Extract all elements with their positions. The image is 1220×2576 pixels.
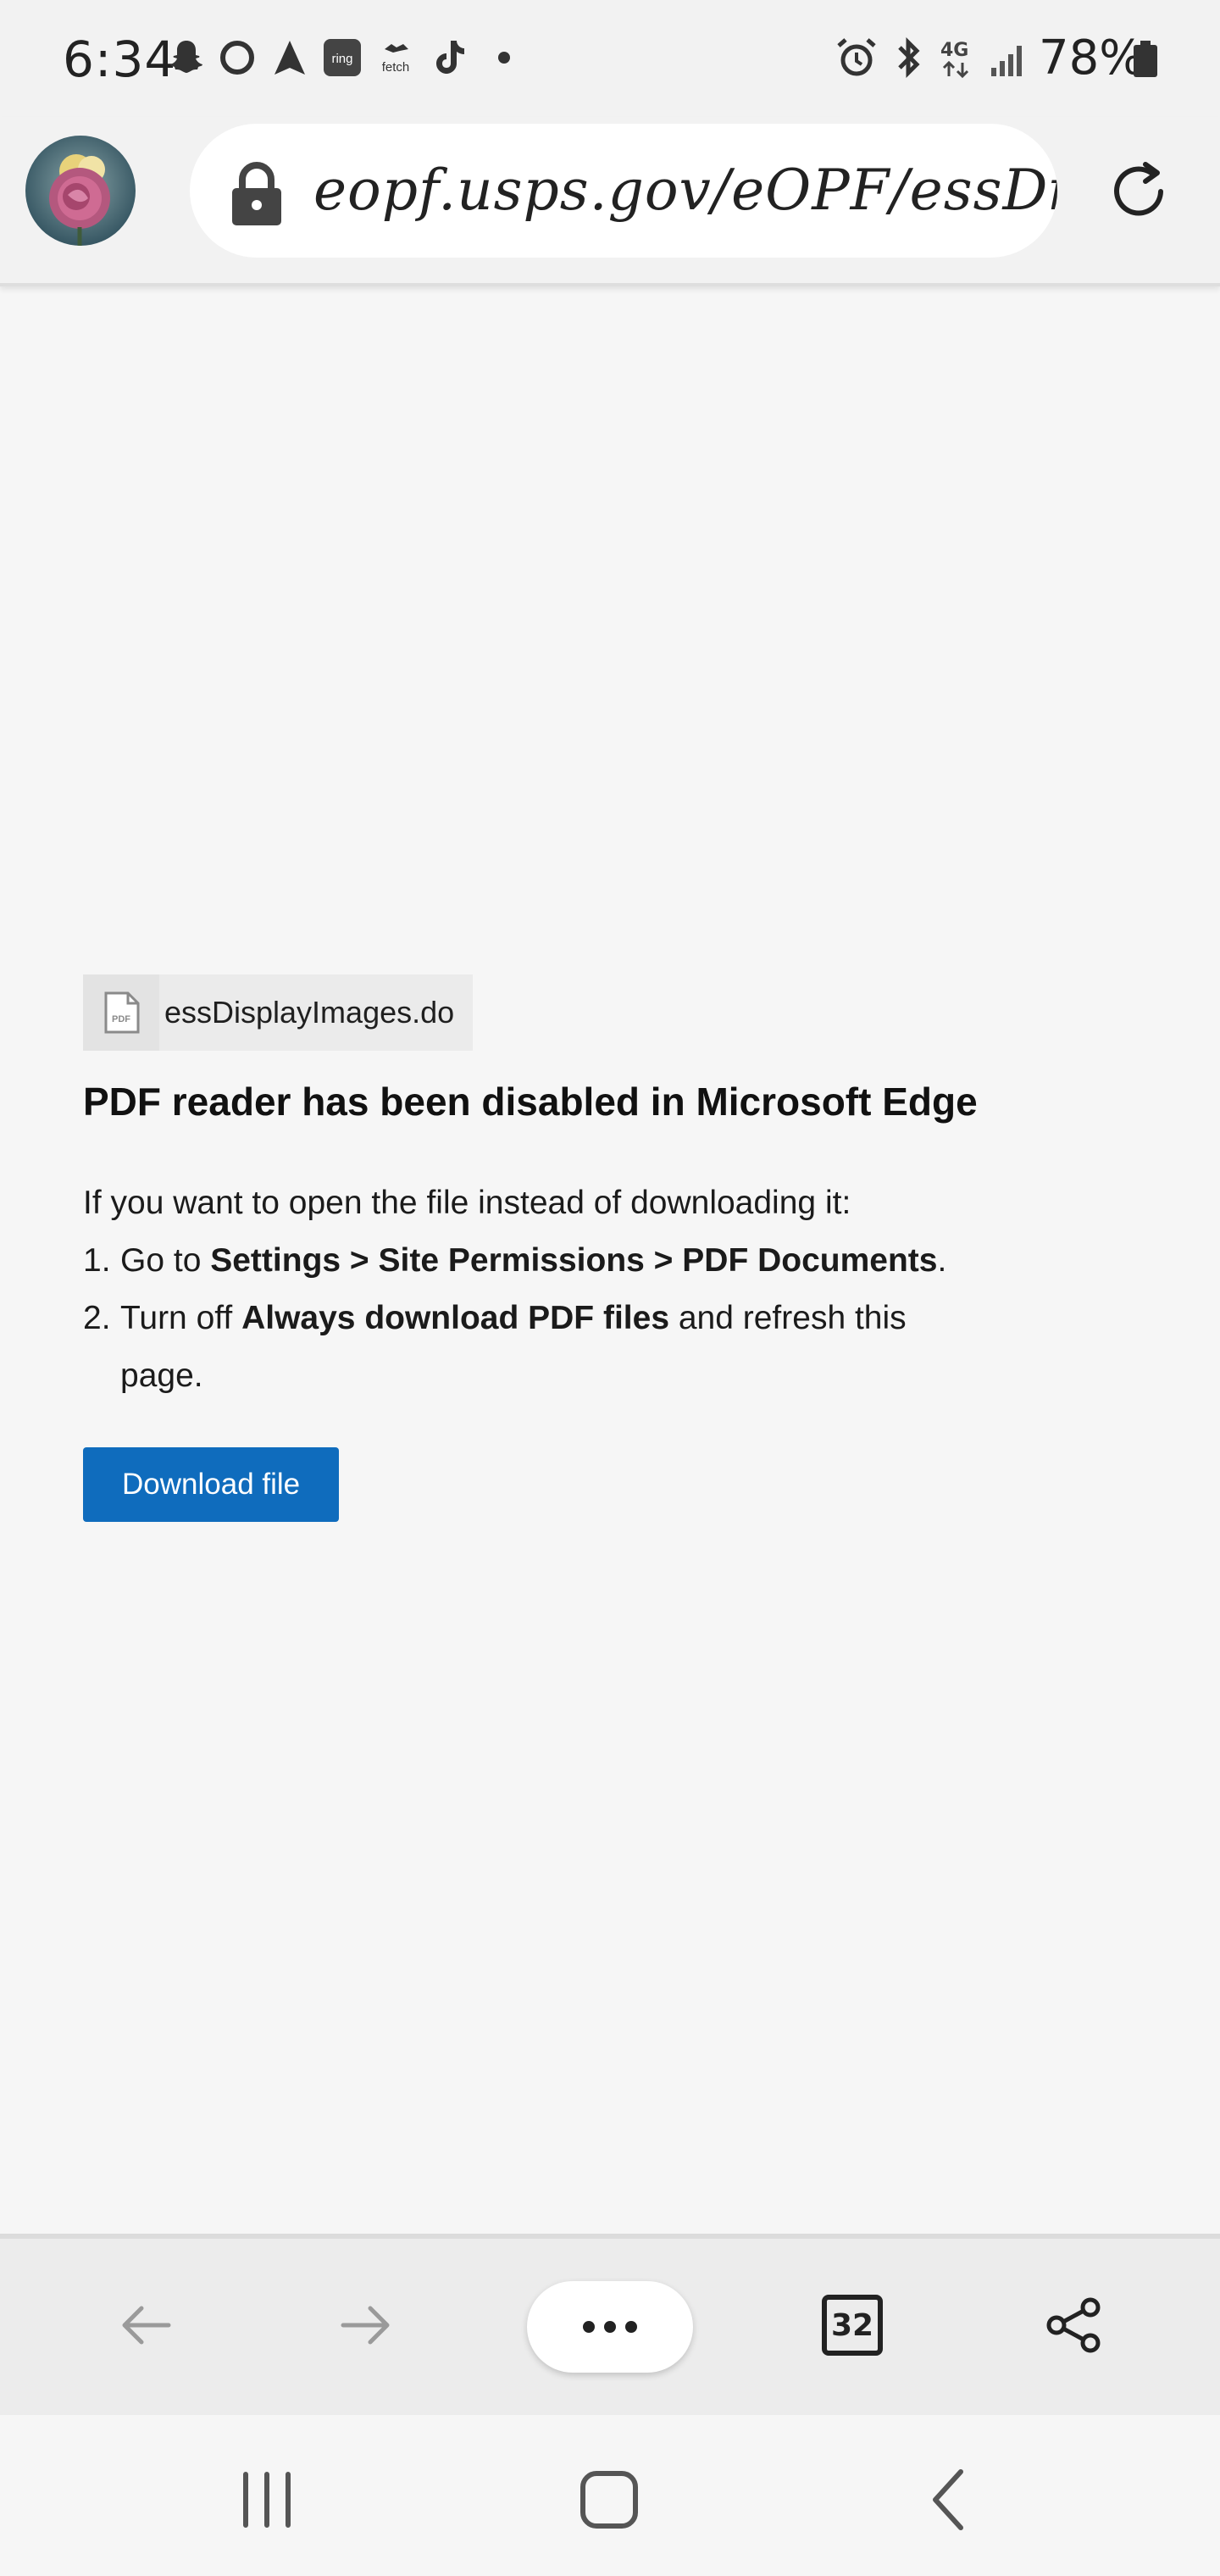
- browser-toolbar: 32: [0, 2234, 1220, 2415]
- system-back-icon[interactable]: [912, 2462, 988, 2538]
- step-item: 1. Go to Settings > Site Permissions > PD…: [83, 1232, 981, 1290]
- share-button[interactable]: [1023, 2274, 1125, 2376]
- pdf-file-icon: PDF: [83, 974, 159, 1051]
- battery-percent: 78%: [1039, 31, 1145, 86]
- home-icon[interactable]: [571, 2462, 647, 2538]
- profile-avatar[interactable]: [25, 136, 136, 246]
- back-button[interactable]: [95, 2274, 197, 2376]
- step-text: Turn off: [120, 1300, 242, 1336]
- share-icon: [1046, 2297, 1101, 2353]
- browser-page: 6:34 ring fetch 4G 78% eopf.usps.gov/eOP…: [0, 0, 1220, 2576]
- svg-text:PDF: PDF: [112, 1014, 130, 1024]
- tabs-button[interactable]: 32: [822, 2295, 883, 2356]
- address-bar: eopf.usps.gov/eOPF/essDisplayImages.do: [0, 117, 1220, 286]
- battery-icon: [1134, 41, 1157, 77]
- intro-text: If you want to open the file instead of …: [83, 1185, 851, 1221]
- ellipsis-icon: [583, 2321, 637, 2333]
- step-number: 1.: [83, 1242, 111, 1279]
- settings-path: Settings > Site Permissions > PDF Docume…: [210, 1242, 938, 1279]
- recent-apps-icon[interactable]: [229, 2462, 305, 2538]
- svg-text:ring: ring: [331, 52, 352, 66]
- svg-text:4G: 4G: [940, 40, 968, 61]
- step-number: 2.: [83, 1300, 111, 1336]
- setting-name: Always download PDF files: [241, 1300, 670, 1336]
- lock-icon: [232, 162, 281, 225]
- system-navigation-bar: [0, 2415, 1220, 2576]
- notification-dot-icon: [498, 52, 510, 64]
- file-name: essDisplayImages.do: [164, 995, 455, 1030]
- more-menu-button[interactable]: [527, 2281, 693, 2373]
- alarm-icon: [837, 38, 876, 76]
- bluetooth-icon: [898, 36, 920, 79]
- status-time: 6:34: [63, 31, 177, 88]
- pdf-disabled-panel: PDF essDisplayImages.do PDF reader has b…: [83, 974, 1015, 1522]
- status-bar: 6:34 ring fetch 4G 78%: [0, 0, 1220, 117]
- arrow-right-icon: [341, 2306, 390, 2345]
- page-title: PDF reader has been disabled in Microsof…: [83, 1080, 978, 1124]
- snapchat-icon: [170, 41, 202, 73]
- tab-count: 32: [830, 2307, 874, 2343]
- file-chip: PDF essDisplayImages.do: [83, 974, 474, 1051]
- navigation-icon: [274, 41, 305, 75]
- step-item: 2. Turn off Always download PDF files and…: [83, 1290, 981, 1405]
- step-text: Go to: [120, 1242, 211, 1279]
- fetch-icon: fetch: [382, 44, 410, 75]
- step-text-end: .: [937, 1242, 947, 1279]
- rose-avatar-image: [49, 154, 110, 246]
- url-text: eopf.usps.gov/eOPF/essDisplayImages.do: [313, 158, 1057, 223]
- refresh-icon[interactable]: [1105, 158, 1173, 225]
- forward-button[interactable]: [315, 2274, 417, 2376]
- tiktok-icon: [436, 41, 464, 74]
- ring-icon: ring: [324, 39, 361, 76]
- circle-app-icon: [220, 41, 254, 75]
- svg-text:fetch: fetch: [382, 60, 410, 75]
- signal-icon: [991, 46, 1022, 76]
- arrow-left-icon: [122, 2306, 171, 2345]
- 4g-lte-icon: 4G: [940, 40, 968, 79]
- url-field[interactable]: eopf.usps.gov/eOPF/essDisplayImages.do: [190, 124, 1057, 258]
- instruction-steps: 1. Go to Settings > Site Permissions > PD…: [83, 1232, 1015, 1405]
- download-file-button[interactable]: Download file: [83, 1447, 340, 1522]
